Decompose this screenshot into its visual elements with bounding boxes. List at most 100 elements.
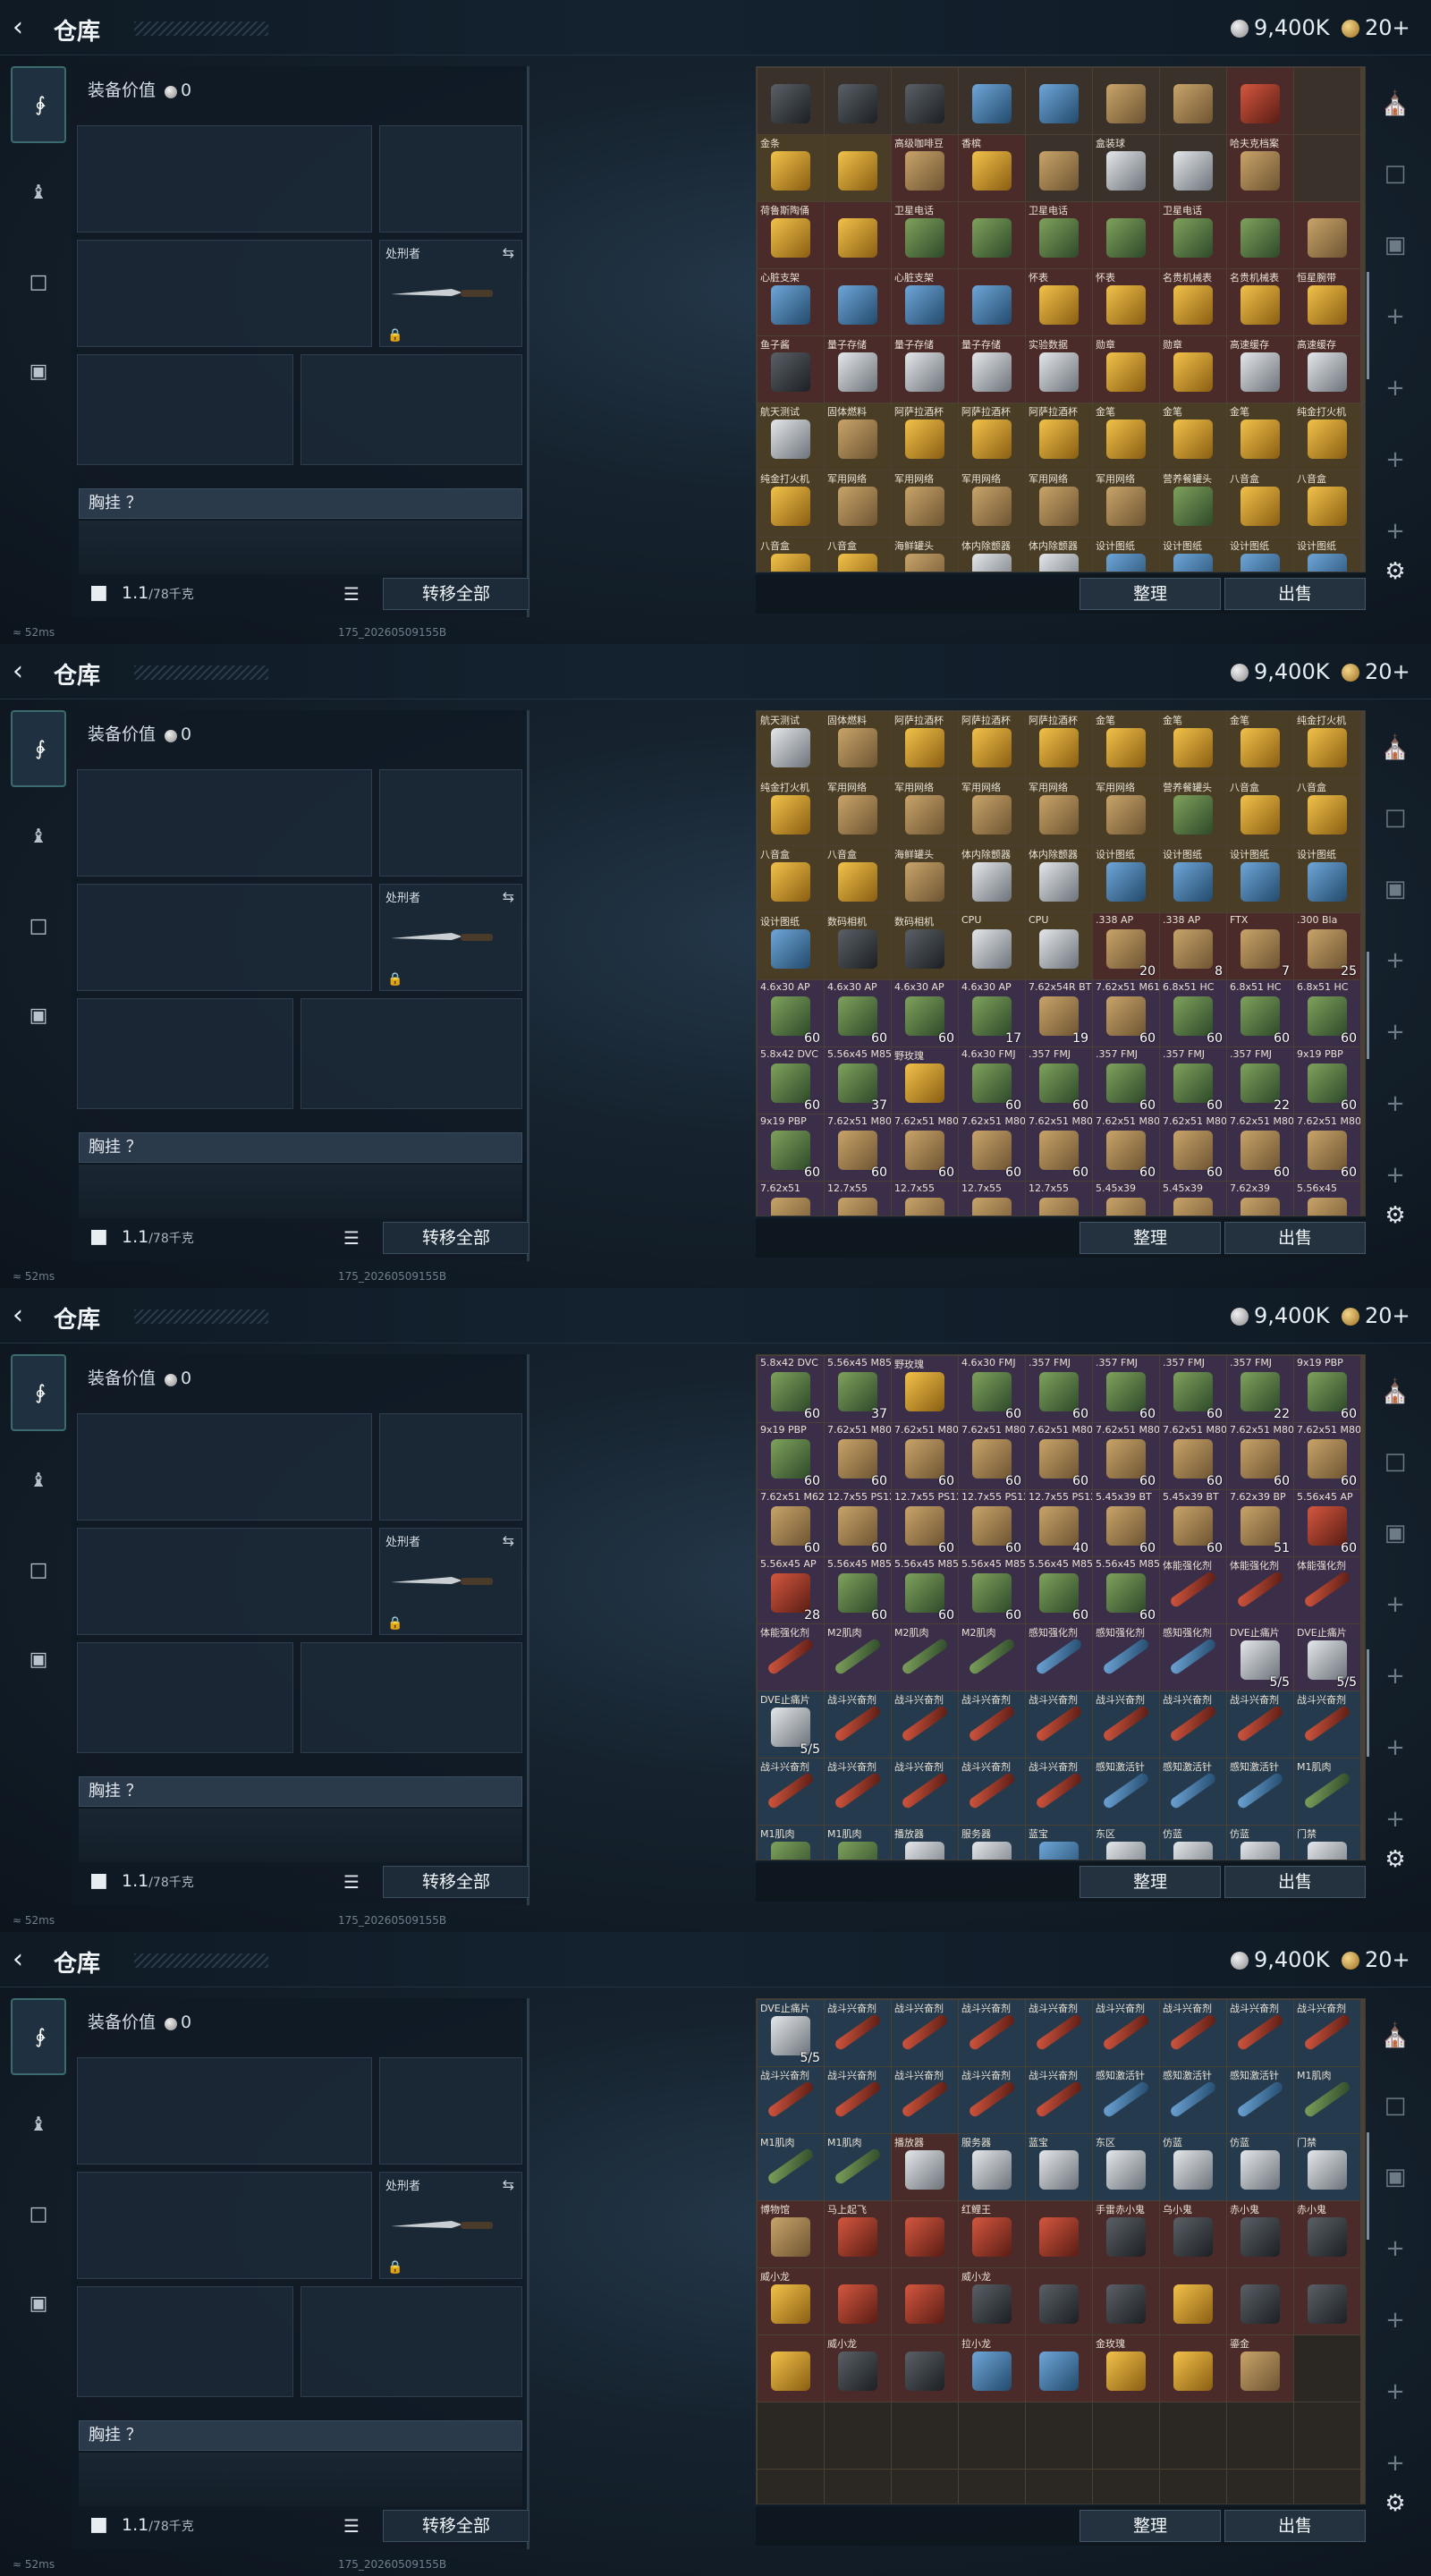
stash-item[interactable] — [825, 2268, 891, 2334]
stash-item[interactable] — [1160, 2268, 1226, 2334]
stash-item[interactable]: 5.56x45 M855 37 — [825, 1047, 891, 1114]
stash-item[interactable]: 赤小鬼 — [1227, 2201, 1293, 2267]
gold-currency[interactable]: 20+ — [1342, 15, 1410, 40]
stash-item[interactable]: 感知激活针 — [1227, 1758, 1293, 1825]
stash-item[interactable]: 八音盒 — [1227, 470, 1293, 537]
stash-item[interactable]: 阿萨拉酒杯 — [1026, 712, 1092, 778]
stash-item[interactable]: 设计图纸 — [758, 913, 824, 979]
list-icon[interactable]: ☰ — [343, 2515, 360, 2537]
stash-item[interactable]: 八音盒 — [758, 538, 824, 572]
stash-item[interactable]: 5.56x45 AP 60 — [1294, 1490, 1360, 1556]
stash-item[interactable]: 怀表 — [1026, 269, 1092, 335]
add-icon[interactable]: + — [1377, 299, 1413, 335]
stash-item[interactable]: 阿萨拉酒杯 — [1026, 403, 1092, 470]
add-icon[interactable]: + — [1377, 1086, 1413, 1122]
stash-item[interactable]: 军用网络 — [825, 779, 891, 845]
stash-item[interactable]: 5.45x39 BT 60 — [1160, 1490, 1226, 1556]
stash-item[interactable]: M2肌肉 — [825, 1624, 891, 1690]
stash-item[interactable]: 5.56x45 M855A1 60 — [892, 1557, 958, 1623]
expand-icon[interactable]: □ — [1377, 156, 1413, 191]
stash-item[interactable]: 7.62x51 M80 60 — [1160, 1114, 1226, 1181]
stash-item[interactable]: 哈夫克档案 — [1227, 135, 1293, 201]
add-icon[interactable]: + — [1377, 1658, 1413, 1694]
stash-item[interactable]: 阿萨拉酒杯 — [892, 403, 958, 470]
stash-item[interactable]: 高速缓存 — [1227, 336, 1293, 402]
stash-item[interactable]: 量子存储 — [825, 336, 891, 402]
stash-item[interactable]: 体内除颤器 — [959, 538, 1025, 572]
stash-item[interactable]: 军用网络 — [1093, 470, 1159, 537]
stash-item[interactable]: 数码相机 — [892, 913, 958, 979]
stash-item[interactable]: DVE止痛片 5/5 — [758, 1691, 824, 1758]
stash-item[interactable] — [1026, 68, 1092, 134]
stash-item[interactable]: 香槟 — [959, 135, 1025, 201]
helmet-slot[interactable] — [77, 2286, 293, 2397]
stash-item[interactable]: 蓝宝 — [1026, 2134, 1092, 2200]
expand-icon[interactable]: □ — [1377, 1444, 1413, 1479]
stash-item[interactable]: 固体燃料 — [825, 403, 891, 470]
transfer-all-button[interactable]: 转移全部 — [383, 2510, 529, 2542]
stash-item[interactable] — [1026, 135, 1092, 201]
stash-item[interactable]: 7.62x51 M80 60 — [1227, 1423, 1293, 1489]
stash-item[interactable] — [1093, 68, 1159, 134]
stash-item[interactable]: 名贵机械表 — [1227, 269, 1293, 335]
stash-item[interactable]: 12.7x55 PS12A 40 — [1026, 1490, 1092, 1556]
stash-item[interactable]: CPU — [1026, 913, 1092, 979]
stash-item[interactable] — [825, 202, 891, 268]
melee-slot[interactable]: 处刑者 ⇆ 🔒 — [379, 884, 522, 991]
stash-item[interactable]: 战斗兴奋剂 — [1227, 1691, 1293, 1758]
stash-item[interactable]: 4.6x30 FMJ 60 — [959, 1356, 1025, 1422]
stash-item[interactable]: 卫星电话 — [1160, 202, 1226, 268]
stash-item[interactable]: 营养餐罐头 — [1160, 470, 1226, 537]
stash-item[interactable] — [892, 2335, 958, 2402]
stash-item[interactable]: 蓝宝 — [1026, 1826, 1092, 1860]
stash-item[interactable]: 感知强化剂 — [1093, 1624, 1159, 1690]
stash-item[interactable] — [892, 2268, 958, 2334]
stash-item[interactable]: 高速缓存 — [1294, 336, 1360, 402]
stash-item[interactable]: 军用网络 — [1026, 470, 1092, 537]
container-icon[interactable]: ▣ — [1377, 1515, 1413, 1551]
empty-stash-cell[interactable] — [1093, 2470, 1159, 2504]
stash-item[interactable]: 7.62x51 M80 60 — [959, 1114, 1025, 1181]
stash-item[interactable]: 7.62x39 BP 51 — [1227, 1490, 1293, 1556]
stash-item[interactable]: 战斗兴奋剂 — [959, 1691, 1025, 1758]
stash-item[interactable]: 5.8x42 DVC 60 — [758, 1356, 824, 1422]
stash-item[interactable]: 海鲜罐头 — [892, 846, 958, 912]
list-icon[interactable]: ☰ — [343, 1227, 360, 1249]
primary-weapon-slot[interactable] — [77, 125, 372, 233]
tab-weapons[interactable]: ∳ — [11, 1998, 66, 2075]
stash-item[interactable] — [959, 269, 1025, 335]
add-icon[interactable]: + — [1377, 2302, 1413, 2338]
tab-backpack[interactable]: ▣ — [11, 2267, 66, 2343]
stash-item[interactable]: 服务器 — [959, 1826, 1025, 1860]
stash-item[interactable]: 7.62x39 — [1227, 1182, 1293, 1216]
sell-button[interactable]: 出售 — [1224, 578, 1366, 610]
stash-item[interactable]: 12.7x55 — [1026, 1182, 1092, 1216]
stash-item[interactable]: 航天测试 — [758, 403, 824, 470]
stash-item[interactable]: 仿蓝 — [1160, 2134, 1226, 2200]
stash-item[interactable] — [1227, 202, 1293, 268]
pistol-slot[interactable] — [379, 769, 522, 877]
stash-item[interactable]: 战斗兴奋剂 — [1227, 2000, 1293, 2066]
stash-item[interactable]: 12.7x55 — [959, 1182, 1025, 1216]
stash-item[interactable]: 鱼子酱 — [758, 336, 824, 402]
stash-item[interactable]: 金玫瑰 — [1093, 2335, 1159, 2402]
add-icon[interactable]: + — [1377, 442, 1413, 478]
stash-item[interactable]: M1肌肉 — [1294, 1758, 1360, 1825]
stash-item[interactable] — [892, 2201, 958, 2267]
sell-button[interactable]: 出售 — [1224, 1222, 1366, 1254]
stash-item[interactable]: 勋章 — [1093, 336, 1159, 402]
stash-item[interactable]: 仿蓝 — [1227, 1826, 1293, 1860]
stash-item[interactable]: 战斗兴奋剂 — [892, 2067, 958, 2133]
empty-stash-cell[interactable] — [1160, 2470, 1226, 2504]
empty-stash-cell[interactable] — [892, 2402, 958, 2469]
back-arrow-icon[interactable]: ‹ — [13, 657, 43, 687]
container-icon[interactable]: ▣ — [1377, 871, 1413, 907]
chest-rig-header[interactable]: 胸挂 ？ — [79, 2420, 522, 2451]
stash-item[interactable]: DVE止痛片 5/5 — [758, 2000, 824, 2066]
stash-item[interactable]: 八音盒 — [1294, 779, 1360, 845]
stash-item[interactable]: 仿蓝 — [1227, 2134, 1293, 2200]
stash-item[interactable]: .357 FMJ 60 — [1026, 1356, 1092, 1422]
stash-item[interactable]: 战斗兴奋剂 — [892, 1758, 958, 1825]
stash-item[interactable]: 7.62x51 M80 60 — [1093, 1423, 1159, 1489]
stash-item[interactable]: 战斗兴奋剂 — [758, 2067, 824, 2133]
